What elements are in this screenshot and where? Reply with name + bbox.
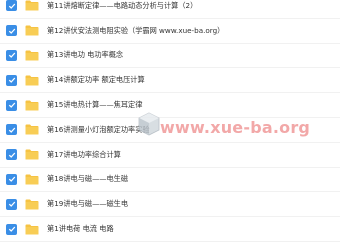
list-item[interactable]: 第13讲电功 电功率概念 (0, 44, 340, 69)
item-label: 第12讲伏安法测电阻实验（学霸网 www.xue-ba.org） (47, 25, 225, 35)
check-icon (8, 127, 15, 133)
watermark-text: www.xue-ba.org (160, 118, 311, 137)
list-item[interactable]: 第11讲熔断定律——电路动态分析与计算（2） (0, 0, 340, 19)
list-item[interactable]: 第17讲电功率综合计算 (0, 143, 340, 168)
checkbox[interactable] (6, 0, 17, 12)
check-icon (8, 226, 15, 232)
folder-icon (25, 100, 39, 111)
item-label: 第13讲电功 电功率概念 (47, 50, 124, 60)
checkbox[interactable] (6, 149, 17, 161)
check-icon (8, 28, 15, 34)
check-icon (8, 201, 15, 208)
item-label: 第15讲电热计算——焦耳定律 (47, 100, 143, 110)
list-item[interactable]: 第19讲电与磁——磁生电 (0, 192, 340, 218)
watermark-logo-icon (138, 112, 160, 136)
item-label: 第18讲电与磁——电生磁 (47, 174, 129, 184)
check-icon (8, 102, 15, 109)
check-icon (8, 53, 15, 59)
folder-icon (25, 25, 39, 36)
checkbox[interactable] (6, 198, 17, 210)
check-icon (8, 177, 15, 183)
folder-icon (25, 174, 39, 185)
folder-icon (25, 50, 39, 61)
checkbox[interactable] (6, 173, 17, 185)
checkbox[interactable] (6, 223, 17, 235)
folder-icon (25, 124, 39, 135)
check-icon (8, 77, 15, 84)
folder-icon (25, 199, 39, 210)
checkbox[interactable] (6, 49, 17, 61)
check-icon (8, 152, 15, 158)
folder-icon (25, 149, 39, 160)
folder-icon (25, 75, 39, 86)
folder-icon (25, 0, 39, 11)
folder-icon (25, 224, 39, 235)
list-item[interactable]: 第18讲电与磁——电生磁 (0, 168, 340, 193)
item-label: 第14讲额定功率 额定电压计算 (47, 75, 145, 85)
list-item[interactable]: 第1讲电荷 电流 电路 (0, 217, 340, 242)
checkbox[interactable] (6, 25, 17, 37)
list-item[interactable]: 第14讲额定功率 额定电压计算 (0, 68, 340, 94)
item-label: 第11讲熔断定律——电路动态分析与计算（2） (47, 0, 198, 10)
checkbox[interactable] (6, 99, 17, 111)
item-label: 第1讲电荷 电流 电路 (47, 224, 114, 234)
checkbox[interactable] (6, 124, 17, 136)
list-item[interactable]: 第12讲伏安法测电阻实验（学霸网 www.xue-ba.org） (0, 19, 340, 44)
checkbox[interactable] (6, 74, 17, 86)
item-label: 第17讲电功率综合计算 (47, 149, 121, 159)
list-item[interactable]: 第15讲电热计算——焦耳定律 (0, 93, 340, 118)
item-label: 第19讲电与磁——磁生电 (47, 199, 129, 209)
check-icon (8, 3, 15, 9)
